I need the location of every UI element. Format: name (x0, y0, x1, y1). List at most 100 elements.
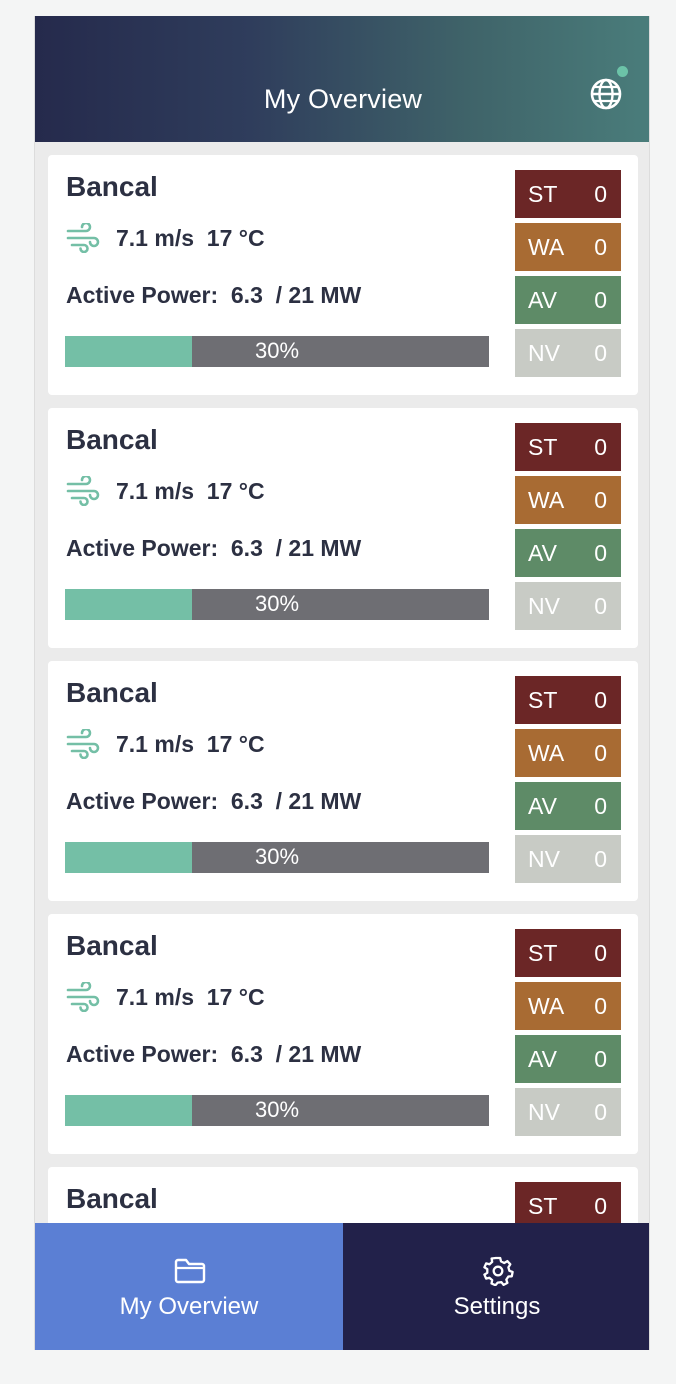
status-code: AV (528, 792, 557, 819)
site-name: Bancal (66, 171, 158, 202)
status-badge-av[interactable]: AV 0 (515, 1035, 621, 1083)
active-power: Active Power: 6.3 / 21 MW (66, 535, 362, 561)
status-badge-wa[interactable]: WA 0 (515, 729, 621, 777)
status-badge-st[interactable]: ST 0 (515, 423, 621, 471)
progress-label: 30% (254, 1097, 300, 1122)
status-badge-nv[interactable]: NV 0 (515, 1088, 621, 1136)
status-code: WA (528, 992, 565, 1019)
power-progress-bar: 30% (65, 1095, 489, 1126)
status-code: AV (528, 539, 557, 566)
active-power: Active Power: 6.3 / 21 MW (66, 282, 362, 308)
status-badges: ST 0 WA 0 AV 0 NV 0 (515, 170, 621, 382)
status-count: 0 (594, 339, 607, 366)
status-badge-nv[interactable]: NV 0 (515, 582, 621, 630)
site-card[interactable]: Bancal ST 0 (48, 1167, 638, 1223)
notification-dot (617, 66, 628, 77)
status-code: ST (528, 686, 558, 713)
wind-icon (66, 982, 100, 1012)
site-name: Bancal (66, 930, 158, 961)
status-code: ST (528, 180, 558, 207)
progress-label: 30% (254, 844, 300, 869)
status-code: WA (528, 486, 565, 513)
status-code: NV (528, 339, 560, 366)
globe-icon[interactable] (588, 76, 624, 112)
bottom-navigation: My Overview Settings (35, 1223, 649, 1350)
status-badge-nv[interactable]: NV 0 (515, 835, 621, 883)
status-count: 0 (594, 739, 607, 766)
status-badges: ST 0 WA 0 AV 0 NV 0 (515, 423, 621, 635)
folder-icon (174, 1258, 206, 1284)
status-count: 0 (594, 1098, 607, 1125)
status-code: AV (528, 286, 557, 313)
status-count: 0 (594, 233, 607, 260)
status-badges: ST 0 (515, 1182, 621, 1223)
status-badge-wa[interactable]: WA 0 (515, 982, 621, 1030)
wind-temperature: 7.1 m/s 17 °C (116, 224, 265, 251)
weather-row: 7.1 m/s 17 °C (66, 474, 265, 508)
status-count: 0 (594, 539, 607, 566)
status-badges: ST 0 WA 0 AV 0 NV 0 (515, 676, 621, 888)
status-badge-av[interactable]: AV 0 (515, 782, 621, 830)
status-count: 0 (594, 992, 607, 1019)
status-code: NV (528, 1098, 560, 1125)
status-count: 0 (594, 180, 607, 207)
status-badge-st[interactable]: ST 0 (515, 676, 621, 724)
power-progress-bar: 30% (65, 336, 489, 367)
status-count: 0 (594, 939, 607, 966)
status-count: 0 (594, 592, 607, 619)
status-count: 0 (594, 1045, 607, 1072)
status-count: 0 (594, 792, 607, 819)
weather-row: 7.1 m/s 17 °C (66, 727, 265, 761)
status-code: WA (528, 233, 565, 260)
status-badge-nv[interactable]: NV 0 (515, 329, 621, 377)
page-title: My Overview (263, 84, 423, 114)
nav-label: My Overview (119, 1293, 259, 1320)
site-list[interactable]: Bancal 7.1 m/s 17 °C Active Power: 6.3 /… (35, 142, 649, 1223)
status-code: WA (528, 739, 565, 766)
status-code: ST (528, 1192, 558, 1219)
status-badge-st[interactable]: ST 0 (515, 1182, 621, 1223)
gear-icon (483, 1256, 514, 1286)
status-code: AV (528, 1045, 557, 1072)
nav-label: Settings (453, 1293, 541, 1320)
weather-row: 7.1 m/s 17 °C (66, 980, 265, 1014)
status-code: NV (528, 592, 560, 619)
status-code: ST (528, 433, 558, 460)
app-header: My Overview (35, 16, 649, 142)
nav-settings[interactable]: Settings (343, 1223, 649, 1350)
active-power: Active Power: 6.3 / 21 MW (66, 1041, 362, 1067)
weather-row: 7.1 m/s 17 °C (66, 221, 265, 255)
power-progress-bar: 30% (65, 842, 489, 873)
site-card[interactable]: Bancal 7.1 m/s 17 °C Active Power: 6.3 /… (48, 408, 638, 648)
status-badge-st[interactable]: ST 0 (515, 929, 621, 977)
site-name: Bancal (66, 1183, 158, 1214)
status-count: 0 (594, 486, 607, 513)
status-badge-av[interactable]: AV 0 (515, 276, 621, 324)
app-frame: My Overview Bancal 7.1 m/s 17 °C Active … (34, 16, 650, 1350)
status-code: NV (528, 845, 560, 872)
site-card[interactable]: Bancal 7.1 m/s 17 °C Active Power: 6.3 /… (48, 155, 638, 395)
wind-temperature: 7.1 m/s 17 °C (116, 983, 265, 1010)
site-name: Bancal (66, 424, 158, 455)
wind-temperature: 7.1 m/s 17 °C (116, 477, 265, 504)
wind-temperature: 7.1 m/s 17 °C (116, 730, 265, 757)
power-progress-bar: 30% (65, 589, 489, 620)
status-badge-wa[interactable]: WA 0 (515, 223, 621, 271)
nav-my-overview[interactable]: My Overview (35, 1223, 343, 1350)
status-count: 0 (594, 845, 607, 872)
status-badges: ST 0 WA 0 AV 0 NV 0 (515, 929, 621, 1141)
status-count: 0 (594, 433, 607, 460)
progress-label: 30% (254, 338, 300, 363)
status-count: 0 (594, 686, 607, 713)
site-name: Bancal (66, 677, 158, 708)
status-badge-st[interactable]: ST 0 (515, 170, 621, 218)
status-count: 0 (594, 286, 607, 313)
site-card[interactable]: Bancal 7.1 m/s 17 °C Active Power: 6.3 /… (48, 914, 638, 1154)
status-badge-wa[interactable]: WA 0 (515, 476, 621, 524)
status-badge-av[interactable]: AV 0 (515, 529, 621, 577)
wind-icon (66, 476, 100, 506)
status-code: ST (528, 939, 558, 966)
active-power: Active Power: 6.3 / 21 MW (66, 788, 362, 814)
site-card[interactable]: Bancal 7.1 m/s 17 °C Active Power: 6.3 /… (48, 661, 638, 901)
wind-icon (66, 729, 100, 759)
